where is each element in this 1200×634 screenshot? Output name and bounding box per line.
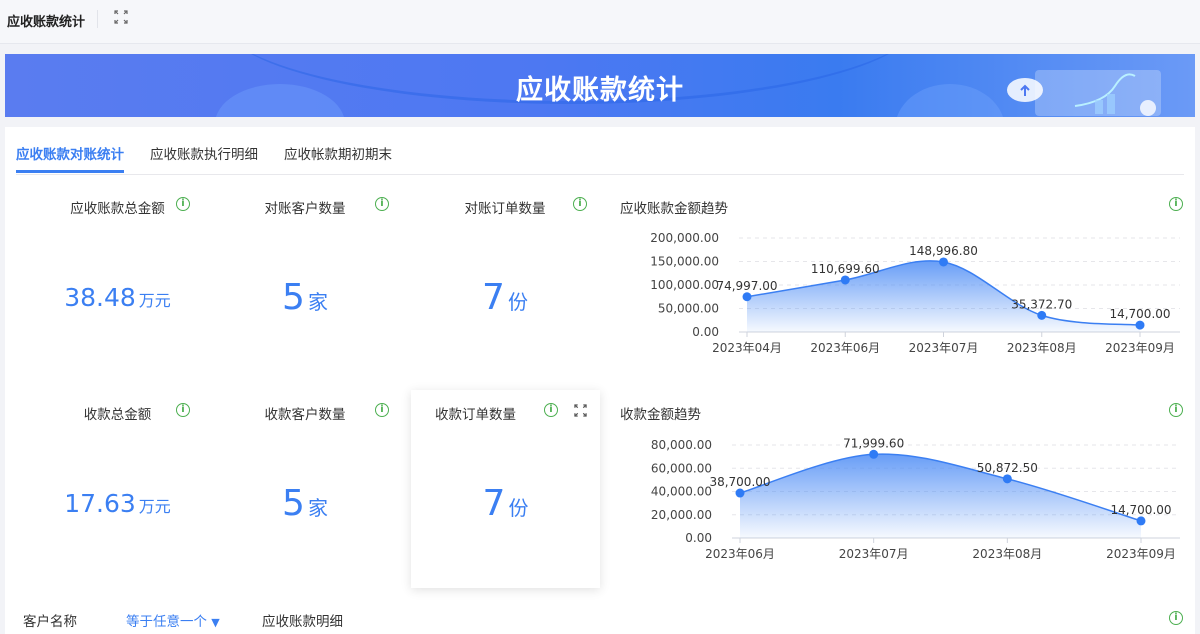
kpi-unit: 份	[508, 496, 529, 520]
data-point	[1136, 516, 1146, 526]
kpi-title: 对账客户数量	[264, 201, 346, 217]
x-tick-label: 2023年06月	[810, 341, 880, 355]
kpi-card-receivable-total: 应收账款总金额 i 38.48 万元	[20, 197, 215, 377]
page-title: 应收账款统计	[7, 15, 86, 30]
series-area	[740, 454, 1141, 538]
chart-illustration-icon	[1007, 70, 1161, 116]
info-icon[interactable]: i	[1169, 403, 1183, 417]
kpi-card-collection-total: 收款总金额 i 17.63 万元	[20, 403, 215, 583]
series-area	[747, 260, 1140, 332]
data-label: 110,699.60	[811, 262, 880, 276]
info-icon[interactable]: i	[176, 403, 190, 417]
kpi-title: 收款客户数量	[264, 407, 346, 423]
divider	[97, 10, 98, 28]
kpi-value: 38.48	[64, 283, 136, 312]
data-label: 50,872.50	[977, 461, 1038, 475]
kpi-unit: 家	[307, 496, 328, 520]
y-tick-label: 50,000.00	[658, 302, 719, 316]
filter-label: 客户名称	[23, 614, 77, 630]
data-label: 14,700.00	[1110, 503, 1171, 517]
kpi-value: 17.63	[64, 489, 136, 518]
info-icon[interactable]: i	[1169, 197, 1183, 211]
y-tick-label: 60,000.00	[651, 461, 712, 475]
x-tick-label: 2023年08月	[972, 547, 1042, 561]
kpi-unit: 万元	[138, 497, 171, 516]
y-tick-label: 0.00	[692, 325, 719, 339]
kpi-value: 7	[482, 277, 505, 318]
x-tick-label: 2023年09月	[1106, 547, 1176, 561]
y-tick-label: 100,000.00	[650, 278, 719, 292]
filter-operator-dropdown[interactable]: 等于任意一个 ▼	[126, 610, 220, 630]
info-icon[interactable]: i	[573, 197, 587, 211]
kpi-unit: 份	[507, 290, 528, 314]
data-label: 74,997.00	[716, 279, 777, 293]
data-point	[1037, 310, 1047, 320]
data-label: 71,999.60	[843, 436, 904, 450]
tab-period-open-close[interactable]: 应收帐款期初期末	[284, 143, 392, 163]
data-label: 35,372.70	[1011, 297, 1072, 311]
x-tick-label: 2023年04月	[712, 341, 782, 355]
content-panel: 应收账款对账统计 应收账款执行明细 应收帐款期初期末 应收账款总金额 i 38.…	[5, 127, 1195, 634]
x-tick-label: 2023年09月	[1105, 341, 1175, 355]
data-label: 14,700.00	[1109, 307, 1170, 321]
filter-operator-value: 等于任意一个	[126, 614, 207, 630]
kpi-card-collection-customers: 收款客户数量 i 5家	[215, 403, 395, 583]
y-tick-label: 0.00	[685, 531, 712, 545]
collection-trend-chart: 0.00 20,000.00 40,000.00 60,000.00 80,000.00…	[651, 436, 1180, 561]
banner: 应收账款统计	[5, 54, 1195, 117]
info-icon[interactable]: i	[176, 197, 190, 211]
y-tick-label: 150,000.00	[650, 255, 719, 269]
caret-down-icon: ▼	[211, 616, 220, 629]
chart-title: 应收账款金额趋势	[620, 201, 728, 217]
detail-title: 应收账款明细	[262, 614, 343, 630]
expand-icon[interactable]	[114, 10, 128, 24]
y-tick-label: 200,000.00	[650, 231, 719, 245]
x-tick-label: 2023年07月	[909, 341, 979, 355]
info-icon[interactable]: i	[375, 197, 389, 211]
data-label: 38,700.00	[709, 475, 770, 489]
data-point	[1002, 474, 1012, 484]
data-point	[735, 488, 745, 498]
kpi-title: 对账订单数量	[464, 201, 546, 217]
chart-title: 收款金额趋势	[620, 407, 701, 423]
data-point	[840, 275, 850, 285]
tab-execution-detail[interactable]: 应收账款执行明细	[150, 143, 258, 163]
data-point	[1135, 320, 1145, 330]
tab-bar: 应收账款对账统计 应收账款执行明细 应收帐款期初期末	[16, 127, 1184, 175]
y-tick-label: 20,000.00	[651, 508, 712, 522]
kpi-value: 7	[482, 483, 506, 524]
kpi-unit: 家	[307, 290, 328, 314]
y-tick-label: 40,000.00	[651, 485, 712, 499]
kpi-card-collection-orders: 收款订单数量 i 7份	[411, 390, 600, 588]
tab-reconciliation-stats[interactable]: 应收账款对账统计	[16, 143, 124, 173]
kpi-title: 收款订单数量	[435, 407, 516, 423]
kpi-card-reconciled-customers: 对账客户数量 i 5家	[215, 197, 395, 377]
info-icon[interactable]: i	[544, 403, 558, 417]
kpi-card-reconciled-orders: 对账订单数量 i 7份	[410, 197, 600, 377]
receivable-trend-chart: 0.00 50,000.00 100,000.00 150,000.00 200,000…	[650, 231, 1180, 355]
data-point	[742, 292, 752, 302]
y-tick-label: 80,000.00	[651, 438, 712, 452]
kpi-unit: 万元	[138, 291, 171, 310]
info-icon[interactable]: i	[1169, 611, 1183, 625]
x-tick-label: 2023年06月	[705, 547, 775, 561]
x-tick-label: 2023年07月	[839, 547, 909, 561]
kpi-value: 5	[282, 483, 305, 524]
top-bar: 应收账款统计	[0, 0, 1200, 44]
kpi-value: 5	[282, 277, 305, 318]
data-label: 148,996.80	[909, 244, 978, 258]
x-tick-label: 2023年08月	[1007, 341, 1077, 355]
data-point	[939, 257, 948, 267]
expand-icon[interactable]	[574, 402, 587, 421]
data-point	[869, 449, 879, 459]
